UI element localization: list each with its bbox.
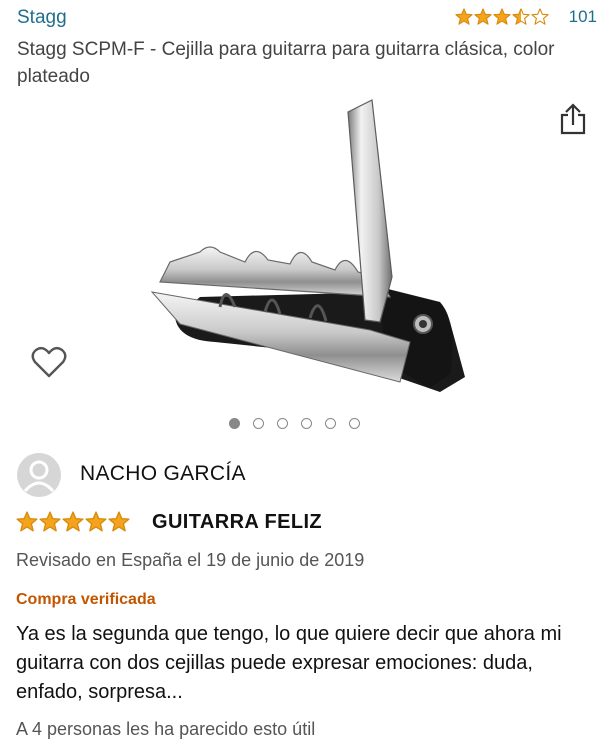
reviewer-name[interactable]: NACHO GARCÍA	[80, 462, 246, 486]
heart-icon[interactable]	[31, 345, 67, 379]
review-date: Revisado en España el 19 de junio de 201…	[16, 550, 365, 570]
product-rating-stars	[454, 8, 549, 26]
review-title: GUITARRA FELIZ	[152, 511, 323, 533]
star-icon	[108, 511, 130, 532]
product-title: Stagg SCPM-F - Cejilla para guitarra par…	[17, 39, 555, 87]
review-rating-stars	[16, 511, 130, 533]
verified-purchase-badge: Compra verificada	[16, 591, 156, 608]
carousel-dot[interactable]	[229, 418, 240, 429]
star-icon	[85, 511, 107, 532]
carousel-dot[interactable]	[277, 418, 288, 429]
star-icon	[473, 8, 492, 25]
review-body: Ya es la segunda que tengo, lo que quier…	[16, 623, 562, 703]
carousel-dot[interactable]	[349, 418, 360, 429]
carousel-dot[interactable]	[325, 418, 336, 429]
star-icon	[492, 8, 511, 25]
product-rating[interactable]: 101	[454, 7, 597, 27]
image-carousel-dots	[229, 418, 360, 429]
star-icon	[39, 511, 61, 532]
share-icon[interactable]	[560, 103, 586, 135]
user-avatar-icon	[17, 453, 61, 497]
helpful-count: A 4 personas les ha parecido esto útil	[16, 719, 316, 739]
carousel-dot[interactable]	[253, 418, 264, 429]
brand-link[interactable]: Stagg	[17, 7, 67, 29]
carousel-dot[interactable]	[301, 418, 312, 429]
product-image[interactable]	[140, 92, 470, 392]
star-icon	[16, 511, 38, 532]
star-icon	[62, 511, 84, 532]
rating-count[interactable]: 101	[569, 7, 597, 27]
star-icon	[511, 8, 530, 25]
star-icon	[454, 8, 473, 25]
star-icon	[530, 8, 549, 25]
